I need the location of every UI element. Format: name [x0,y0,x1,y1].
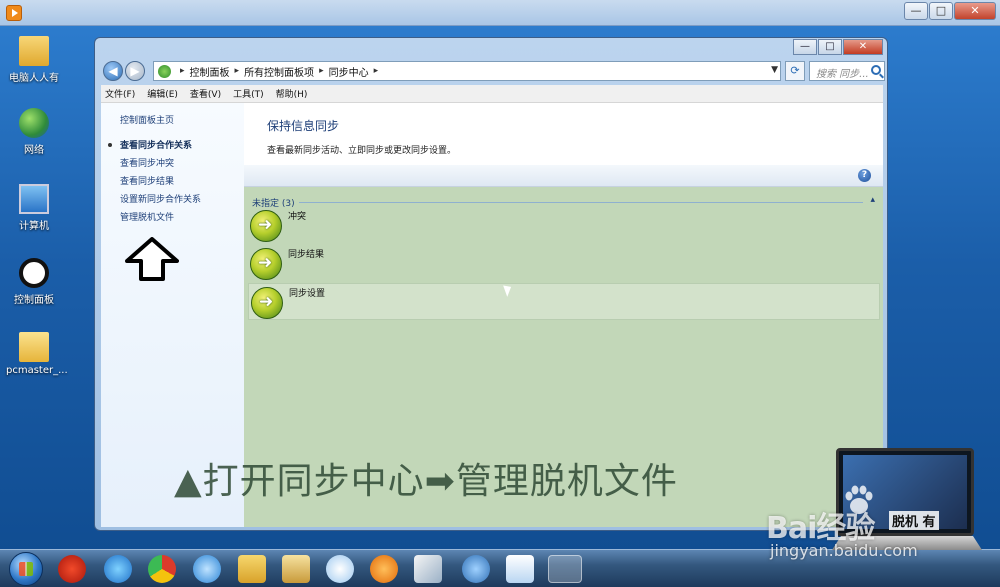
media-icon[interactable] [370,555,398,583]
paint-icon[interactable] [414,555,442,583]
link-setup-partnership[interactable]: 设置新同步合作关系 [120,192,201,205]
desktop-icon-control-panel[interactable]: 控制面板 [6,258,62,306]
start-button[interactable] [9,552,43,586]
active-bullet [108,143,112,147]
file-icon [19,332,49,362]
player-maximize-button[interactable]: □ [929,2,953,20]
sync-item-results[interactable]: 同步结果 [248,245,880,282]
refresh-button[interactable]: ⟳ [785,61,805,81]
sync-icon [251,287,283,319]
help-icon[interactable]: ? [858,169,871,182]
explorer-icon[interactable] [282,555,310,583]
ie-icon[interactable] [104,555,132,583]
sync-icon [250,248,282,280]
control-panel-taskbar-button[interactable] [548,555,582,583]
video-icon[interactable] [462,555,490,583]
computer-icon [19,184,49,214]
desktop-icon-pcmaster[interactable]: pcmaster_... [6,332,68,376]
box-icon[interactable] [506,555,534,583]
back-button[interactable]: ◀ [103,61,123,81]
baidu-url: jingyan.baidu.com [770,541,918,560]
page-description: 查看最新同步活动、立即同步或更改同步设置。 [267,146,457,156]
link-view-results[interactable]: 查看同步结果 [120,174,174,187]
menu-edit[interactable]: 编辑(E) [147,87,178,100]
window-controls: — □ ✕ [793,39,883,55]
menu-file[interactable]: 文件(F) [105,87,135,100]
desktop-icon-network[interactable]: 网络 [6,108,62,156]
tutorial-caption: ▲打开同步中心➡管理脱机文件 [174,461,678,502]
player-close-button[interactable]: ✕ [954,2,996,20]
menu-tools[interactable]: 工具(T) [233,87,264,100]
laptop-screen-text: 脱机 有 [889,511,939,530]
desktop-icon-label: 控制面板 [14,295,54,306]
control-panel-icon [158,64,171,78]
group-label: 未指定 (3) [252,199,299,209]
breadcrumb-separator: ▸ [180,66,185,76]
sync-icon [250,210,282,242]
folder-icon [19,36,49,66]
search-input[interactable]: 搜索 同步... [809,61,885,81]
panda-icon [19,258,49,288]
breadcrumb-all-items[interactable]: 所有控制面板项 [244,64,314,79]
player-frame: — □ ✕ 电脑人人有 网络 计算机 控制面板 pcmaster_... — □… [0,0,1000,587]
sync-item-label: 冲突 [288,212,307,222]
maximize-button[interactable]: □ [818,39,842,55]
command-bar: ? [244,165,883,187]
desktop-icon-label: 电脑人人有 [9,73,59,84]
sync-item-label: 同步设置 [289,289,326,299]
address-row: ◀ ▶ ▸ 控制面板 ▸ 所有控制面板项 ▸ 同步中心 ▸ ▼ ⟳ 搜索 同步.… [101,60,885,84]
breadcrumb-sync-center[interactable]: 同步中心 [329,64,369,79]
group-divider [252,202,863,203]
player-app-icon[interactable] [6,5,22,21]
up-arrow-annotation [125,237,179,281]
breadcrumb-separator: ▸ [373,66,379,76]
menu-help[interactable]: 帮助(H) [276,87,308,100]
breadcrumb-control-panel[interactable]: 控制面板 [190,64,230,79]
pane-header: 保持信息同步 查看最新同步活动、立即同步或更改同步设置。 [244,103,883,165]
menu-bar: 文件(F) 编辑(E) 查看(V) 工具(T) 帮助(H) [101,85,883,103]
close-button[interactable]: ✕ [843,39,883,55]
sync-item-settings[interactable]: 同步设置 [248,283,880,320]
pinwheel-icon[interactable] [326,555,354,583]
chevron-down-icon[interactable]: ▼ [771,65,778,75]
player-titlebar: — □ ✕ [0,0,1000,26]
player-minimize-button[interactable]: — [904,2,928,20]
desktop-icon-folder[interactable]: 电脑人人有 [6,36,62,84]
forward-button[interactable]: ▶ [125,61,145,81]
breadcrumb-separator: ▸ [234,66,240,76]
network-icon [19,108,49,138]
menu-view[interactable]: 查看(V) [190,87,221,100]
chess-icon[interactable] [58,555,86,583]
sync-item-conflicts[interactable]: 冲突 [248,207,880,244]
desktop-icon-computer[interactable]: 计算机 [6,184,62,232]
qq-browser-icon[interactable] [193,555,221,583]
link-control-panel-home[interactable]: 控制面板主页 [120,113,174,126]
folder-icon[interactable] [238,555,266,583]
page-title: 保持信息同步 [267,119,340,133]
chrome-icon[interactable] [148,555,176,583]
desktop-icon-label: 计算机 [19,221,49,232]
desktop-icon-label: 网络 [24,145,44,156]
breadcrumb-separator: ▸ [319,66,324,76]
sync-item-label: 同步结果 [288,250,325,260]
chevron-up-icon[interactable]: ▴ [870,195,875,205]
link-view-conflicts[interactable]: 查看同步冲突 [120,156,174,169]
search-placeholder: 搜索 同步... [816,69,869,80]
link-manage-offline-files[interactable]: 管理脱机文件 [120,210,174,223]
desktop-icon-label: pcmaster_... [6,365,68,376]
link-view-partnerships[interactable]: 查看同步合作关系 [120,138,192,151]
minimize-button[interactable]: — [793,39,817,55]
address-bar[interactable]: ▸ 控制面板 ▸ 所有控制面板项 ▸ 同步中心 ▸ ▼ [153,61,781,81]
search-icon[interactable] [871,65,881,75]
